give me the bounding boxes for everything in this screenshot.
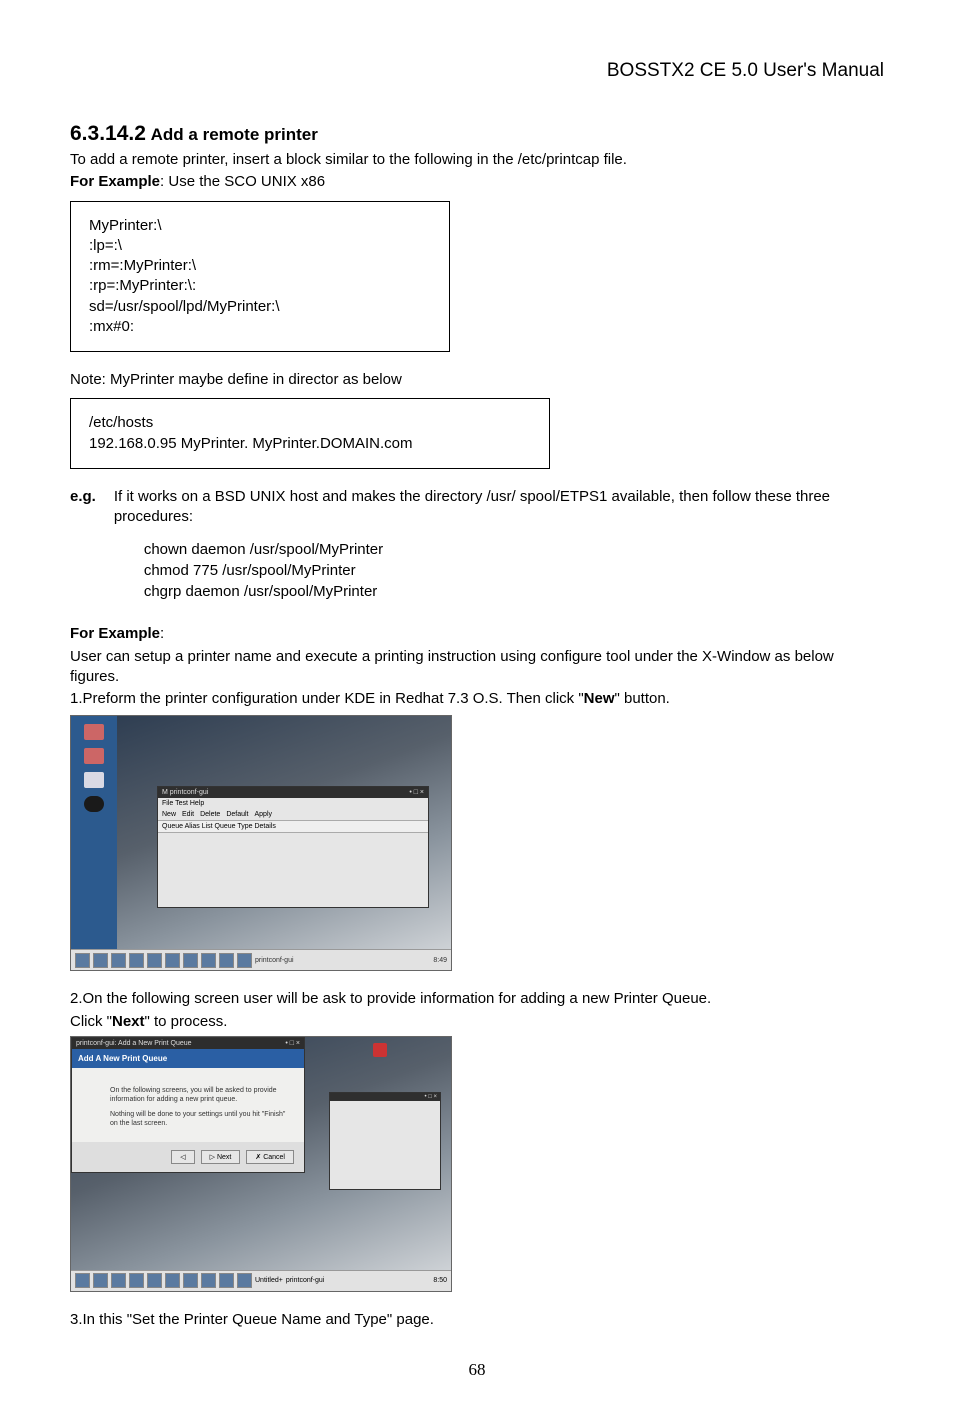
step2-line1: 2.On the following screen user will be a… — [70, 989, 884, 1009]
taskbar-icon[interactable] — [75, 1273, 90, 1288]
toolbar-default-button[interactable]: Default — [226, 811, 248, 818]
section-heading: 6.3.14.2 Add a remote printer — [70, 122, 884, 146]
window-title: M printconf-gui — [162, 789, 208, 796]
step2-line2b: " to process. — [145, 1013, 228, 1030]
example2-line2b: " button. — [614, 690, 669, 707]
taskbar-icon[interactable] — [129, 953, 144, 968]
section-number: 6.3.14.2 — [70, 122, 146, 145]
add-queue-dialog: printconf-gui: Add a New Print Queue • □… — [71, 1037, 305, 1173]
window-controls-icon[interactable]: • □ × — [424, 1094, 437, 1100]
redhat-icon — [373, 1043, 387, 1057]
step2-line2a: Click " — [70, 1013, 112, 1030]
note-line: Note: MyPrinter maybe define in director… — [70, 370, 884, 390]
taskbar-icon[interactable] — [129, 1273, 144, 1288]
eg-content: If it works on a BSD UNIX host and makes… — [114, 487, 884, 603]
manual-title: BOSSTX2 CE 5.0 User's Manual — [70, 60, 884, 82]
taskbar-icon[interactable] — [237, 1273, 252, 1288]
printconf-window-behind: • □ × — [329, 1092, 441, 1190]
eg-cmd-3: chgrp daemon /usr/spool/MyPrinter — [144, 581, 884, 602]
sidebar-icon — [84, 748, 104, 764]
toolbar-edit-button[interactable]: Edit — [182, 811, 194, 818]
taskbar-icon[interactable] — [147, 1273, 162, 1288]
eg-cmd-2: chmod 775 /usr/spool/MyPrinter — [144, 560, 884, 581]
example2-line2: 1.Preform the printer configuration unde… — [70, 689, 884, 709]
taskbar-icon[interactable] — [201, 1273, 216, 1288]
taskbar-icon[interactable] — [165, 1273, 180, 1288]
taskbar-icon[interactable] — [93, 1273, 108, 1288]
dialog-header: Add A New Print Queue — [72, 1049, 304, 1068]
screenshot-printconf: M printconf-gui • □ × File Test Help New… — [70, 715, 452, 971]
taskbar-icon[interactable] — [183, 953, 198, 968]
toolbar-new-button[interactable]: New — [162, 811, 176, 818]
printconf-window: M printconf-gui • □ × File Test Help New… — [157, 786, 429, 908]
window-titlebar: M printconf-gui • □ × — [158, 787, 428, 798]
for-example-2: For Example: — [70, 624, 884, 644]
for-example-colon: : — [160, 625, 164, 642]
window-titlebar: • □ × — [330, 1093, 440, 1101]
example2-line1: User can setup a printer name and execut… — [70, 647, 884, 688]
toolbar-apply-button[interactable]: Apply — [255, 811, 273, 818]
eg-label: e.g. — [70, 487, 96, 601]
step2-next-bold: Next — [112, 1013, 145, 1030]
eg-commands: chown daemon /usr/spool/MyPrinter chmod … — [114, 539, 884, 602]
taskbar: Untitled+ printconf-gui 8:50 — [71, 1270, 451, 1291]
toolbar-delete-button[interactable]: Delete — [200, 811, 220, 818]
section-title: Add a remote printer — [151, 125, 318, 144]
example-intro-tail: : Use the SCO UNIX x86 — [160, 173, 325, 190]
sidebar-icon — [84, 724, 104, 740]
page: BOSSTX2 CE 5.0 User's Manual 6.3.14.2 Ad… — [0, 0, 954, 1420]
next-button[interactable]: ▷ Next — [201, 1150, 241, 1164]
dialog-body-line1: On the following screens, you will be as… — [110, 1086, 288, 1104]
code-box-hosts: /etc/hosts 192.168.0.95 MyPrinter. MyPri… — [70, 398, 550, 469]
page-number: 68 — [70, 1360, 884, 1380]
taskbar-icon[interactable] — [111, 953, 126, 968]
taskbar-icon[interactable] — [93, 953, 108, 968]
taskbar-clock: 8:50 — [433, 1277, 447, 1284]
sidebar-icon — [84, 796, 104, 812]
taskbar-icon[interactable] — [219, 953, 234, 968]
eg-cmd-1: chown daemon /usr/spool/MyPrinter — [144, 539, 884, 560]
sidebar-icon — [84, 772, 104, 788]
back-button[interactable]: ◁ — [171, 1150, 194, 1164]
taskbar-icon[interactable] — [147, 953, 162, 968]
dialog-titlebar: printconf-gui: Add a New Print Queue • □… — [72, 1038, 304, 1049]
for-example-label-1: For Example — [70, 173, 160, 190]
kde-sidebar — [71, 716, 117, 970]
dialog-title: printconf-gui: Add a New Print Queue — [76, 1040, 192, 1047]
for-example-label-2: For Example — [70, 625, 160, 642]
taskbar-clock: 8:49 — [433, 957, 447, 964]
taskbar-tab[interactable]: printconf-gui — [286, 1277, 325, 1284]
taskbar-icon[interactable] — [201, 953, 216, 968]
taskbar: printconf-gui 8:49 — [71, 949, 451, 970]
taskbar-icon[interactable] — [237, 953, 252, 968]
step3-line: 3.In this "Set the Printer Queue Name an… — [70, 1310, 884, 1330]
intro-text: To add a remote printer, insert a block … — [70, 150, 884, 170]
window-menubar[interactable]: File Test Help — [158, 798, 428, 809]
example-intro: For Example: Use the SCO UNIX x86 — [70, 172, 884, 192]
step2-line2: Click "Next" to process. — [70, 1012, 884, 1032]
window-controls-icon[interactable]: • □ × — [409, 789, 424, 796]
cancel-button[interactable]: ✗ Cancel — [246, 1150, 294, 1164]
window-controls-icon[interactable]: • □ × — [285, 1040, 300, 1047]
taskbar-icon[interactable] — [75, 953, 90, 968]
taskbar-icon[interactable] — [183, 1273, 198, 1288]
eg-block: e.g. If it works on a BSD UNIX host and … — [70, 487, 884, 603]
screenshot-add-queue: printconf-gui: Add a New Print Queue • □… — [70, 1036, 452, 1292]
taskbar-icon[interactable] — [111, 1273, 126, 1288]
taskbar-icon[interactable] — [219, 1273, 234, 1288]
taskbar-icon[interactable] — [165, 953, 180, 968]
taskbar-tab[interactable]: Untitled+ — [255, 1277, 283, 1284]
dialog-body-line2: Nothing will be done to your settings un… — [110, 1110, 288, 1128]
window-columns: Queue Alias List Queue Type Details — [158, 820, 428, 833]
taskbar-tab[interactable]: printconf-gui — [255, 957, 294, 964]
example2-line2a: 1.Preform the printer configuration unde… — [70, 690, 584, 707]
dialog-buttons: ◁ ▷ Next ✗ Cancel — [72, 1142, 304, 1172]
code-box-printcap: MyPrinter:\ :lp=:\ :rm=:MyPrinter:\ :rp=… — [70, 201, 450, 353]
example2-new-bold: New — [584, 690, 615, 707]
eg-text: If it works on a BSD UNIX host and makes… — [114, 487, 884, 528]
dialog-body: On the following screens, you will be as… — [72, 1068, 304, 1142]
window-toolbar: New Edit Delete Default Apply — [158, 809, 428, 820]
